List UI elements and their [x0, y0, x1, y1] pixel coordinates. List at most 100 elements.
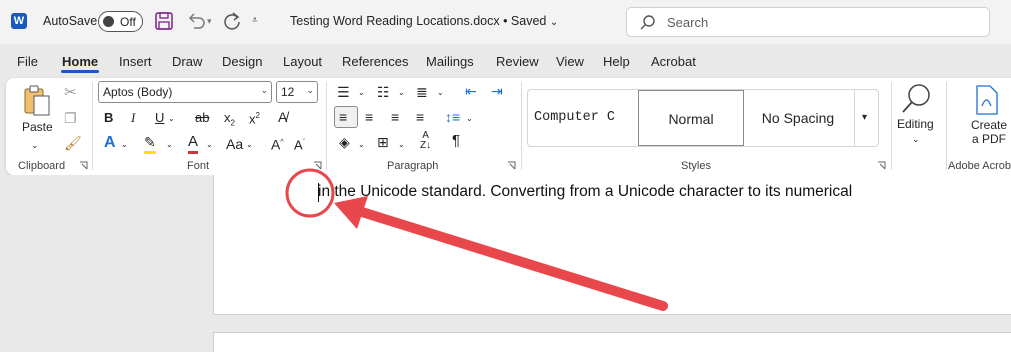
change-case-icon[interactable]: Aa [226, 135, 243, 153]
tab-layout[interactable]: Layout [283, 54, 322, 69]
format-painter-icon[interactable]: 🖌 [64, 134, 82, 152]
styles-more-button[interactable]: ▾ [854, 89, 879, 147]
subscript-icon[interactable]: x2 [224, 109, 235, 133]
styles-gallery: Computer C Normal No Spacing [527, 89, 879, 147]
toggle-knob [103, 16, 114, 27]
multilevel-list-icon[interactable]: ≣ [416, 83, 428, 101]
bold-icon[interactable]: B [104, 109, 113, 127]
align-left-icon: ≡ [339, 109, 348, 125]
line-spacing-icon[interactable]: ↕≡ [445, 108, 460, 126]
shading-icon[interactable]: ◈ [339, 133, 350, 151]
paste-icon[interactable] [22, 84, 52, 118]
editing-label[interactable]: Editing [897, 117, 934, 131]
undo-dropdown-icon[interactable]: ▾ [207, 12, 212, 30]
text-cursor [318, 183, 319, 202]
line-spacing-dropdown-icon[interactable]: ⌄ [466, 110, 473, 128]
undo-icon[interactable] [185, 10, 207, 32]
style-computer-code[interactable]: Computer C [534, 90, 638, 146]
separator [521, 82, 522, 170]
document-text[interactable]: in the Unicode standard. Converting from… [318, 183, 852, 201]
autosave-state: Off [120, 15, 136, 29]
word-app-icon: W [11, 13, 27, 29]
copy-icon[interactable]: ❐ [64, 109, 77, 127]
clear-formatting-icon[interactable]: A̸ [278, 108, 287, 126]
tab-insert[interactable]: Insert [119, 54, 152, 69]
borders-icon[interactable]: ⊞ [377, 133, 389, 151]
search-box[interactable]: Search [626, 7, 990, 37]
active-tab-indicator [61, 70, 99, 73]
tab-design[interactable]: Design [222, 54, 262, 69]
separator [891, 82, 892, 170]
customize-quick-access-icon[interactable]: ⩡ [252, 12, 258, 30]
create-pdf-label[interactable]: Create a PDF [969, 118, 1009, 146]
tab-mailings[interactable]: Mailings [426, 54, 474, 69]
editing-dropdown-icon[interactable]: ⌄ [912, 130, 920, 148]
redo-icon[interactable] [221, 10, 243, 32]
multilevel-dropdown-icon[interactable]: ⌄ [437, 84, 444, 102]
font-color-icon[interactable]: A [188, 133, 199, 154]
tab-review[interactable]: Review [496, 54, 539, 69]
bullets-dropdown-icon[interactable]: ⌄ [358, 84, 365, 102]
tab-help[interactable]: Help [603, 54, 630, 69]
font-name-dropdown[interactable]: Aptos (Body) ⌄ [98, 81, 272, 103]
shrink-font-icon[interactable]: Aˇ [294, 134, 305, 154]
highlight-dropdown-icon[interactable]: ⌄ [166, 136, 173, 154]
numbering-dropdown-icon[interactable]: ⌄ [398, 84, 405, 102]
numbering-icon[interactable]: ☷ [377, 83, 390, 101]
italic-icon[interactable]: I [131, 109, 135, 127]
tab-view[interactable]: View [556, 54, 584, 69]
align-center-icon[interactable]: ≡ [365, 108, 373, 126]
tab-acrobat[interactable]: Acrobat [651, 54, 696, 69]
font-size-dropdown[interactable]: 12 ⌄ [276, 81, 318, 103]
styles-launcher-icon[interactable] [877, 161, 886, 170]
search-icon [640, 15, 655, 30]
style-no-spacing[interactable]: No Spacing [744, 90, 852, 146]
editing-search-icon[interactable] [899, 82, 933, 116]
paste-label[interactable]: Paste [22, 120, 53, 134]
clipboard-launcher-icon[interactable] [79, 161, 88, 170]
styles-group-label: Styles [681, 160, 711, 172]
text-effects-dropdown-icon[interactable]: ⌄ [121, 136, 128, 154]
strikethrough-icon[interactable]: ab [195, 109, 209, 127]
next-document-page[interactable] [213, 332, 1011, 352]
sort-icon[interactable]: A Z↓ [420, 131, 431, 151]
grow-font-icon[interactable]: A^ [271, 134, 284, 154]
cut-icon[interactable]: ✂ [64, 84, 77, 102]
title-bar: W AutoSave Off ▾ ⩡ Testing Word Reading … [0, 0, 1011, 44]
change-case-dropdown-icon[interactable]: ⌄ [246, 136, 253, 154]
tab-home[interactable]: Home [62, 54, 98, 69]
document-title[interactable]: Testing Word Reading Locations.docx • Sa… [290, 14, 558, 28]
autosave-toggle[interactable]: Off [98, 11, 143, 32]
tab-references[interactable]: References [342, 54, 408, 69]
ribbon: Paste ⌄ ✂ ❐ 🖌 Clipboard Aptos (Body) ⌄ 1… [6, 78, 1011, 175]
paragraph-launcher-icon[interactable] [507, 161, 516, 170]
font-color-dropdown-icon[interactable]: ⌄ [206, 136, 213, 154]
search-placeholder: Search [667, 15, 709, 30]
ribbon-tabs: File Home Insert Draw Design Layout Refe… [0, 48, 1011, 74]
paste-dropdown-icon[interactable]: ⌄ [31, 136, 39, 154]
underline-icon[interactable]: U [155, 109, 164, 127]
text-effects-icon[interactable]: A [104, 134, 116, 152]
tab-file[interactable]: File [17, 54, 38, 69]
bullets-icon[interactable]: ☰ [337, 83, 350, 101]
font-size-value: 12 [281, 85, 295, 99]
font-launcher-icon[interactable] [313, 161, 322, 170]
decrease-indent-icon[interactable]: ⇤ [465, 82, 477, 100]
chevron-down-icon: ▾ [862, 112, 868, 123]
shading-dropdown-icon[interactable]: ⌄ [358, 136, 365, 154]
increase-indent-icon[interactable]: ⇥ [491, 82, 503, 100]
separator [946, 82, 947, 170]
borders-dropdown-icon[interactable]: ⌄ [398, 136, 405, 154]
show-formatting-marks-icon[interactable]: ¶ [452, 132, 460, 150]
save-icon[interactable] [153, 10, 175, 32]
tab-draw[interactable]: Draw [172, 54, 202, 69]
underline-dropdown-icon[interactable]: ⌄ [168, 110, 175, 128]
style-normal[interactable]: Normal [638, 90, 744, 146]
paragraph-group-label: Paragraph [387, 160, 439, 172]
separator [92, 82, 93, 170]
justify-icon[interactable]: ≡ [416, 108, 424, 126]
superscript-icon[interactable]: x2 [249, 107, 260, 128]
create-pdf-icon[interactable] [974, 84, 1000, 116]
highlight-color-icon[interactable]: ✎ [144, 133, 156, 154]
align-right-icon[interactable]: ≡ [391, 108, 399, 126]
